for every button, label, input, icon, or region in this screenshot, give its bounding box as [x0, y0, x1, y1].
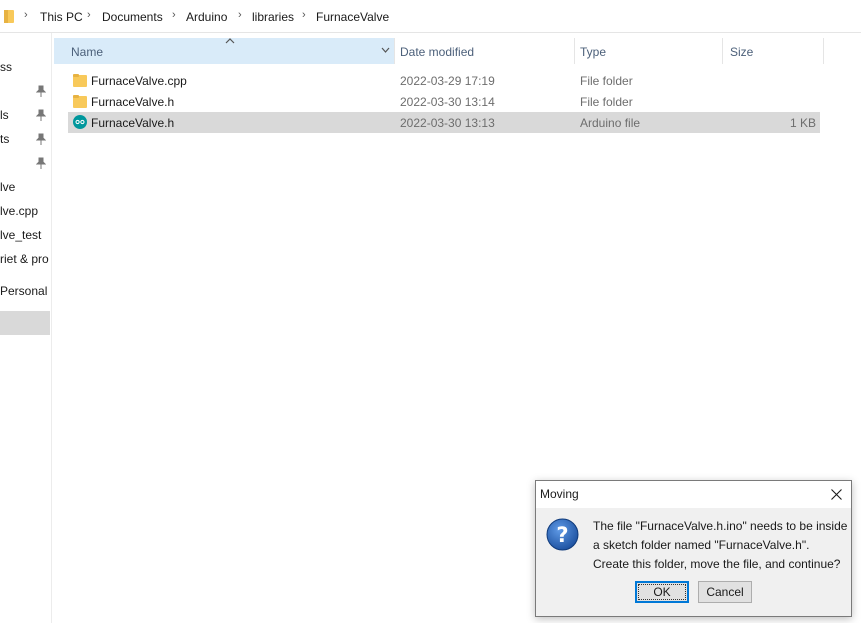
folder-icon: [73, 95, 87, 108]
file-row[interactable]: FurnaceValve.h 2022-03-30 13:14 File fol…: [68, 91, 820, 112]
nav-item-pinned-1[interactable]: [0, 81, 51, 101]
breadcrumb-furnacevalve[interactable]: FurnaceValve: [316, 10, 389, 24]
nav-item-label: ls: [0, 108, 9, 122]
file-name: FurnaceValve.h: [91, 95, 175, 109]
file-name: FurnaceValve.cpp: [91, 74, 187, 88]
nav-item-label: lve.cpp: [0, 204, 39, 218]
question-icon: ?: [546, 518, 579, 551]
arduino-file-icon: [73, 115, 87, 129]
address-bar[interactable]: › This PC › Documents › Arduino › librar…: [0, 0, 861, 33]
focus-ring: [638, 584, 686, 600]
navigation-pane[interactable]: ss ls ts lve lve.cpp lve_test riet & pro…: [0, 33, 52, 623]
nav-item-pictures[interactable]: [0, 153, 51, 173]
moving-dialog: Moving ? The file "FurnaceValve.h.ino" n…: [535, 480, 852, 617]
nav-item-label: lve_test: [0, 228, 42, 242]
nav-item-project-folder[interactable]: riet & pro: [0, 249, 51, 269]
column-header-label: Date modified: [400, 45, 475, 59]
chevron-right-icon[interactable]: ›: [172, 9, 176, 21]
folder-icon: [4, 10, 14, 23]
cancel-button[interactable]: Cancel: [698, 581, 752, 603]
dialog-titlebar[interactable]: Moving: [536, 481, 851, 508]
column-header-date[interactable]: Date modified: [395, 38, 574, 64]
chevron-right-icon[interactable]: ›: [302, 9, 306, 21]
pin-icon: [36, 133, 46, 145]
dialog-close-button[interactable]: [821, 481, 851, 508]
dialog-message-line: a sketch folder named "FurnaceValve.h".: [593, 538, 810, 552]
breadcrumb-libraries[interactable]: libraries: [252, 10, 294, 24]
column-header-name[interactable]: Name: [54, 38, 394, 64]
nav-item-furnacevalve-test[interactable]: lve_test: [0, 225, 51, 245]
dialog-message-line: Create this folder, move the file, and c…: [593, 557, 841, 571]
breadcrumb-arduino[interactable]: Arduino: [186, 10, 227, 24]
column-header-label: Name: [71, 45, 104, 59]
close-icon: [831, 489, 842, 500]
file-size: 1 KB: [789, 116, 816, 130]
file-type: File folder: [580, 74, 633, 88]
file-type: Arduino file: [580, 116, 641, 130]
column-header-row: Name Date modified Type Size: [54, 38, 824, 64]
nav-item-label: ts: [0, 132, 10, 146]
column-header-label: Size: [730, 45, 754, 59]
dialog-body: ? The file "FurnaceValve.h.ino" needs to…: [536, 508, 851, 616]
breadcrumb-documents[interactable]: Documents: [102, 10, 163, 24]
column-divider[interactable]: [823, 38, 824, 64]
pin-icon: [36, 109, 46, 121]
nav-item-onedrive-personal[interactable]: Personal: [0, 281, 51, 301]
column-header-label: Type: [580, 45, 607, 59]
column-header-size[interactable]: Size: [723, 38, 823, 64]
nav-item-furnacevalve[interactable]: lve: [0, 177, 51, 197]
pin-icon: [36, 157, 46, 169]
pin-icon: [36, 85, 46, 97]
file-type: File folder: [580, 95, 633, 109]
file-row[interactable]: FurnaceValve.cpp 2022-03-29 17:19 File f…: [68, 70, 820, 91]
nav-item-documents[interactable]: ts: [0, 129, 51, 149]
sort-ascending-icon: [225, 38, 235, 44]
nav-item-downloads[interactable]: ls: [0, 105, 51, 125]
nav-item-this-pc-selected[interactable]: [0, 311, 50, 335]
nav-item-label: riet & pro: [0, 252, 49, 266]
cancel-button-label: Cancel: [706, 585, 744, 599]
chevron-right-icon: ›: [24, 9, 28, 21]
chevron-right-icon[interactable]: ›: [87, 9, 91, 21]
nav-item-label: ss: [0, 60, 12, 74]
nav-item-label: lve: [0, 180, 16, 194]
nav-item-label: Personal: [0, 284, 48, 298]
chevron-right-icon[interactable]: ›: [238, 9, 242, 21]
column-header-type[interactable]: Type: [575, 38, 722, 64]
dialog-title: Moving: [540, 487, 579, 501]
file-name: FurnaceValve.h: [91, 116, 175, 130]
ok-button[interactable]: OK: [635, 581, 689, 603]
dialog-message-line: The file "FurnaceValve.h.ino" needs to b…: [593, 519, 848, 533]
nav-item-furnacevalve-cpp[interactable]: lve.cpp: [0, 201, 51, 221]
folder-icon: [73, 74, 87, 87]
file-date: 2022-03-29 17:19: [400, 74, 495, 88]
file-row-selected[interactable]: FurnaceValve.h 2022-03-30 13:13 Arduino …: [68, 112, 820, 133]
file-date: 2022-03-30 13:13: [400, 116, 495, 130]
file-date: 2022-03-30 13:14: [400, 95, 495, 109]
breadcrumb-this-pc[interactable]: This PC: [40, 10, 83, 24]
nav-item-quick-access[interactable]: ss: [0, 57, 51, 77]
chevron-down-icon[interactable]: [381, 47, 390, 53]
svg-text:?: ?: [556, 523, 568, 547]
